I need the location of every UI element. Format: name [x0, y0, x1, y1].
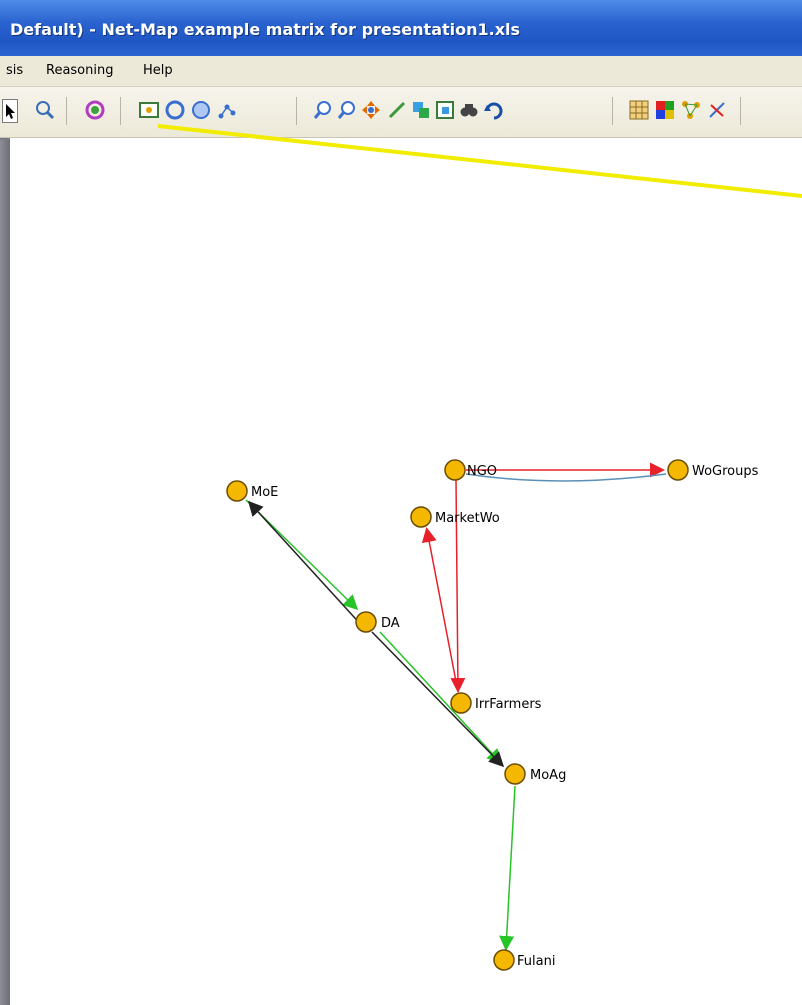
network-canvas[interactable]	[10, 138, 802, 1005]
edge-tool-icon[interactable]	[386, 99, 408, 121]
window-title: Default) - Net-Map example matrix for pr…	[10, 20, 521, 39]
zoom-in-icon[interactable]	[312, 99, 334, 121]
menu-bar: sis Reasoning Help	[0, 56, 802, 87]
tree-layout-icon[interactable]	[216, 99, 238, 121]
title-bar[interactable]: Default) - Net-Map example matrix for pr…	[0, 0, 802, 56]
left-window-edge	[0, 140, 10, 1005]
paste-icon[interactable]	[434, 99, 456, 121]
sphere-layout-icon[interactable]	[190, 99, 212, 121]
circle-layout-icon[interactable]	[164, 99, 186, 121]
menu-reasoning[interactable]: Reasoning	[46, 63, 113, 78]
zoom-out-icon[interactable]	[336, 99, 358, 121]
delete-icon[interactable]	[706, 99, 728, 121]
fit-network-icon[interactable]	[138, 99, 160, 121]
network-icon[interactable]	[680, 99, 702, 121]
find-icon[interactable]	[458, 99, 480, 121]
toolbar	[0, 87, 802, 138]
menu-help[interactable]: Help	[143, 63, 173, 78]
pointer-icon[interactable]	[2, 99, 18, 123]
refresh-icon[interactable]	[84, 99, 106, 121]
menu-analysis[interactable]: sis	[6, 63, 23, 78]
move-icon[interactable]	[360, 99, 382, 121]
copy-icon[interactable]	[410, 99, 432, 121]
grid-icon[interactable]	[628, 99, 650, 121]
undo-icon[interactable]	[482, 99, 504, 121]
zoom-icon[interactable]	[34, 99, 56, 121]
color-icon[interactable]	[654, 99, 676, 121]
